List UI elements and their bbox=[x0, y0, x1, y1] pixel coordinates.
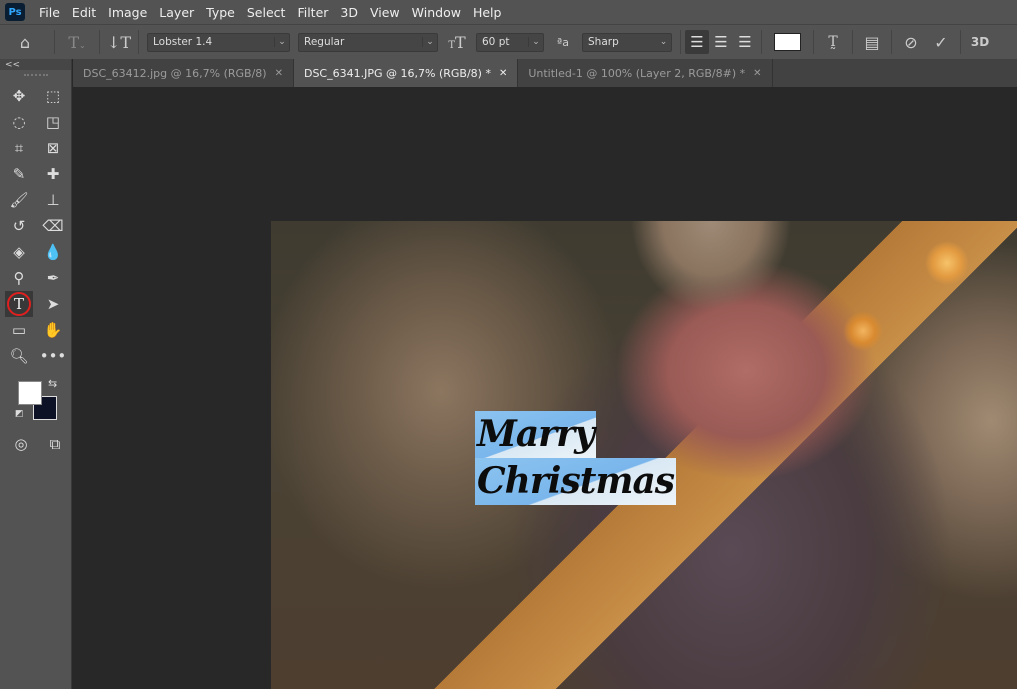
tab-untitled-1[interactable]: Untitled-1 @ 100% (Layer 2, RGB/8#) * ✕ bbox=[518, 59, 773, 87]
canvas-area[interactable]: Marry Christmas bbox=[73, 87, 1017, 689]
default-colors-icon[interactable]: ◩ bbox=[15, 409, 24, 419]
menu-file[interactable]: File bbox=[33, 5, 66, 20]
type-tool-icon[interactable]: T bbox=[5, 291, 33, 317]
divider bbox=[813, 30, 814, 54]
collapse-panel-button[interactable]: << bbox=[0, 59, 71, 70]
menu-select[interactable]: Select bbox=[241, 5, 292, 20]
font-style-select[interactable]: Regular ⌄ bbox=[298, 32, 438, 52]
menu-help[interactable]: Help bbox=[467, 5, 508, 20]
3d-button[interactable]: 3D bbox=[965, 35, 995, 49]
document-tabs: DSC_63412.jpg @ 16,7% (RGB/8) ✕ DSC_6341.… bbox=[73, 59, 1017, 87]
tab-label: DSC_63412.jpg @ 16,7% (RGB/8) bbox=[83, 66, 267, 80]
tab-label: Untitled-1 @ 100% (Layer 2, RGB/8#) * bbox=[528, 66, 746, 80]
menu-layer[interactable]: Layer bbox=[153, 5, 200, 20]
font-style-value: Regular bbox=[304, 36, 345, 48]
cancel-icon[interactable]: ⊘ bbox=[896, 33, 926, 52]
quick-mask-icon[interactable]: ◎ bbox=[4, 431, 38, 457]
chevron-down-icon: ⌄ bbox=[528, 37, 543, 47]
text-color-swatch[interactable] bbox=[774, 33, 801, 51]
divider bbox=[852, 30, 853, 54]
swap-colors-icon[interactable]: ⇆ bbox=[48, 377, 57, 390]
align-center-button[interactable]: ☰ bbox=[709, 30, 733, 54]
antialias-value: Sharp bbox=[588, 36, 619, 48]
eraser-icon[interactable]: ⌫ bbox=[36, 213, 70, 239]
menu-edit[interactable]: Edit bbox=[66, 5, 102, 20]
close-icon[interactable]: ✕ bbox=[275, 68, 283, 79]
brush-icon[interactable]: 🖌 bbox=[2, 187, 36, 213]
close-icon[interactable]: ✕ bbox=[499, 68, 507, 79]
home-icon[interactable]: ⌂ bbox=[0, 33, 50, 52]
rectangle-icon[interactable]: ▭ bbox=[2, 317, 36, 343]
text-line-1[interactable]: Marry bbox=[475, 411, 597, 458]
antialias-icon: ªa bbox=[557, 35, 569, 49]
divider bbox=[99, 30, 100, 54]
menu-bar: Ps File Edit Image Layer Type Select Fil… bbox=[0, 0, 1017, 24]
path-selection-icon[interactable]: ➤ bbox=[36, 291, 70, 317]
tools-panel: << ✥ ⬚ ◌ ◳ ⌗ ⊠ ✎ ✚ 🖌 ⊥ ↺ ⌫ ◈ 💧 ⚲ ✒ T ➤ ▭… bbox=[0, 59, 72, 689]
blur-drop-icon[interactable]: 💧 bbox=[36, 239, 70, 265]
align-right-button[interactable]: ☰ bbox=[733, 30, 757, 54]
dodge-icon[interactable]: ⚲ bbox=[2, 265, 36, 291]
menu-3d[interactable]: 3D bbox=[334, 5, 364, 20]
font-family-value: Lobster 1.4 bbox=[153, 36, 213, 48]
close-icon[interactable]: ✕ bbox=[753, 68, 761, 79]
lasso-icon[interactable]: ◌ bbox=[2, 109, 36, 135]
character-panel-icon[interactable]: ▤ bbox=[857, 33, 887, 52]
clone-stamp-icon[interactable]: ⊥ bbox=[36, 187, 70, 213]
menu-window[interactable]: Window bbox=[406, 5, 467, 20]
move-tool-icon[interactable]: ✥ bbox=[2, 83, 36, 109]
paint-bucket-icon[interactable]: ◈ bbox=[2, 239, 36, 265]
divider bbox=[960, 30, 961, 54]
menu-filter[interactable]: Filter bbox=[291, 5, 334, 20]
more-tools-icon[interactable]: ••• bbox=[36, 343, 70, 369]
pen-icon[interactable]: ✒ bbox=[36, 265, 70, 291]
hand-icon[interactable]: ✋ bbox=[36, 317, 70, 343]
frame-tool-icon[interactable]: ⊠ bbox=[36, 135, 70, 161]
healing-brush-icon[interactable]: ✚ bbox=[36, 161, 70, 187]
chevron-down-icon: ⌄ bbox=[422, 37, 437, 47]
divider bbox=[138, 30, 139, 54]
photoshop-logo[interactable]: Ps bbox=[5, 3, 25, 21]
text-layer-editing[interactable]: Marry Christmas bbox=[475, 411, 677, 505]
menu-type[interactable]: Type bbox=[200, 5, 241, 20]
toggle-text-orientation-icon[interactable]: ↓T bbox=[104, 33, 134, 52]
zoom-icon[interactable]: 🔍︎ bbox=[2, 343, 36, 369]
chevron-down-icon: ⌄ bbox=[274, 37, 289, 47]
panel-grip[interactable] bbox=[23, 74, 48, 77]
crop-icon[interactable]: ⌗ bbox=[2, 135, 36, 161]
align-left-button[interactable]: ☰ bbox=[685, 30, 709, 54]
tab-label: DSC_6341.JPG @ 16,7% (RGB/8) * bbox=[303, 66, 491, 80]
object-selection-icon[interactable]: ◳ bbox=[36, 109, 70, 135]
chevron-down-icon: ⌄ bbox=[659, 37, 668, 47]
eyedropper-icon[interactable]: ✎ bbox=[2, 161, 36, 187]
tab-dsc-63412[interactable]: DSC_63412.jpg @ 16,7% (RGB/8) ✕ bbox=[73, 59, 294, 87]
type-tool-preset-icon[interactable]: T⌄ bbox=[59, 33, 95, 52]
text-line-2[interactable]: Christmas bbox=[475, 458, 677, 505]
history-brush-icon[interactable]: ↺ bbox=[2, 213, 36, 239]
highlight-ring: T bbox=[7, 292, 31, 316]
font-size-select[interactable]: 60 pt ⌄ bbox=[476, 32, 544, 52]
divider bbox=[680, 30, 681, 54]
antialias-select[interactable]: Sharp ⌄ bbox=[582, 32, 672, 52]
options-bar: ⌂ T⌄ ↓T Lobster 1.4 ⌄ Regular ⌄ TT 60 pt ⌄ … bbox=[0, 24, 1017, 59]
screen-mode-icon[interactable]: ⧉ bbox=[38, 431, 72, 457]
divider bbox=[54, 30, 55, 54]
divider bbox=[761, 30, 762, 54]
font-size-value: 60 pt bbox=[482, 36, 510, 48]
font-size-icon: TT bbox=[448, 32, 466, 52]
menu-view[interactable]: View bbox=[364, 5, 406, 20]
divider bbox=[891, 30, 892, 54]
tab-dsc-6341[interactable]: DSC_6341.JPG @ 16,7% (RGB/8) * ✕ bbox=[293, 59, 519, 87]
font-family-select[interactable]: Lobster 1.4 ⌄ bbox=[147, 32, 290, 52]
rectangular-marquee-icon[interactable]: ⬚ bbox=[36, 83, 70, 109]
warp-text-icon[interactable]: T̰ bbox=[818, 34, 848, 50]
menu-image[interactable]: Image bbox=[102, 5, 153, 20]
foreground-color[interactable] bbox=[18, 381, 42, 405]
commit-checkmark-icon[interactable]: ✓ bbox=[926, 33, 956, 52]
